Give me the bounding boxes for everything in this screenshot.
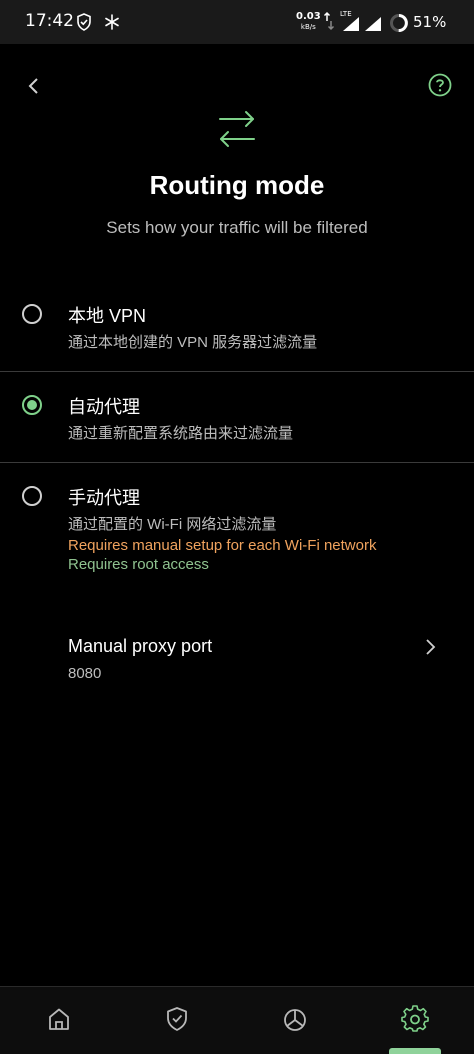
option-auto-proxy[interactable]: 自动代理 通过重新配置系统路由来过滤流量 bbox=[0, 372, 474, 462]
bottom-nav bbox=[0, 986, 474, 1054]
option-root-note: Requires root access bbox=[68, 556, 209, 573]
nav-home[interactable] bbox=[45, 1005, 73, 1033]
back-button[interactable] bbox=[20, 72, 48, 100]
nav-statistics[interactable] bbox=[281, 1005, 309, 1033]
snowflake-status-icon bbox=[104, 13, 120, 35]
radio-button[interactable] bbox=[22, 486, 42, 506]
manual-proxy-port-row[interactable]: Manual proxy port 8080 bbox=[0, 620, 474, 700]
proxy-port-value: 8080 bbox=[68, 665, 102, 682]
network-speed: 0.03 kB/s bbox=[296, 11, 321, 32]
page-subtitle: Sets how your traffic will be filtered bbox=[106, 218, 368, 237]
settings-icon bbox=[401, 1005, 429, 1032]
proxy-port-label: Manual proxy port bbox=[68, 636, 213, 656]
status-bar: 17:42 0.03 kB/s LTE 51% bbox=[0, 0, 474, 44]
active-tab-indicator bbox=[389, 1048, 441, 1054]
radio-button[interactable] bbox=[22, 304, 42, 324]
home-icon bbox=[49, 1008, 69, 1030]
option-description: 通过重新配置系统路由来过滤流量 bbox=[68, 425, 294, 442]
help-icon bbox=[428, 73, 452, 97]
option-title: 本地 VPN bbox=[68, 306, 147, 326]
nav-protection[interactable] bbox=[163, 1005, 191, 1033]
battery-ring-icon bbox=[389, 13, 409, 37]
option-warning: Requires manual setup for each Wi-Fi net… bbox=[68, 537, 377, 554]
chevron-left-icon bbox=[28, 78, 38, 94]
option-title: 自动代理 bbox=[68, 397, 140, 417]
signal-icon bbox=[342, 16, 360, 36]
signal-icon-2 bbox=[364, 16, 382, 36]
radio-button-selected[interactable] bbox=[22, 395, 42, 415]
option-title: 手动代理 bbox=[68, 488, 140, 508]
battery-percent: 51% bbox=[413, 13, 447, 31]
option-manual-proxy[interactable]: 手动代理 通过配置的 Wi-Fi 网络过滤流量 Requires manual … bbox=[0, 463, 474, 583]
stats-icon bbox=[284, 1009, 306, 1031]
swap-arrows-icon bbox=[216, 106, 258, 150]
option-description: 通过配置的 Wi-Fi 网络过滤流量 bbox=[68, 516, 277, 533]
data-transfer-icon bbox=[323, 11, 335, 35]
option-description: 通过本地创建的 VPN 服务器过滤流量 bbox=[68, 334, 318, 351]
page-title: Routing mode bbox=[149, 170, 325, 200]
help-button[interactable] bbox=[428, 73, 452, 97]
option-local-vpn[interactable]: 本地 VPN 通过本地创建的 VPN 服务器过滤流量 bbox=[0, 282, 474, 370]
nav-settings[interactable] bbox=[401, 1005, 429, 1033]
shield-check-status-icon bbox=[76, 13, 92, 35]
shield-icon bbox=[167, 1007, 187, 1031]
chevron-right-icon bbox=[420, 637, 440, 657]
status-time: 17:42 bbox=[25, 11, 74, 31]
